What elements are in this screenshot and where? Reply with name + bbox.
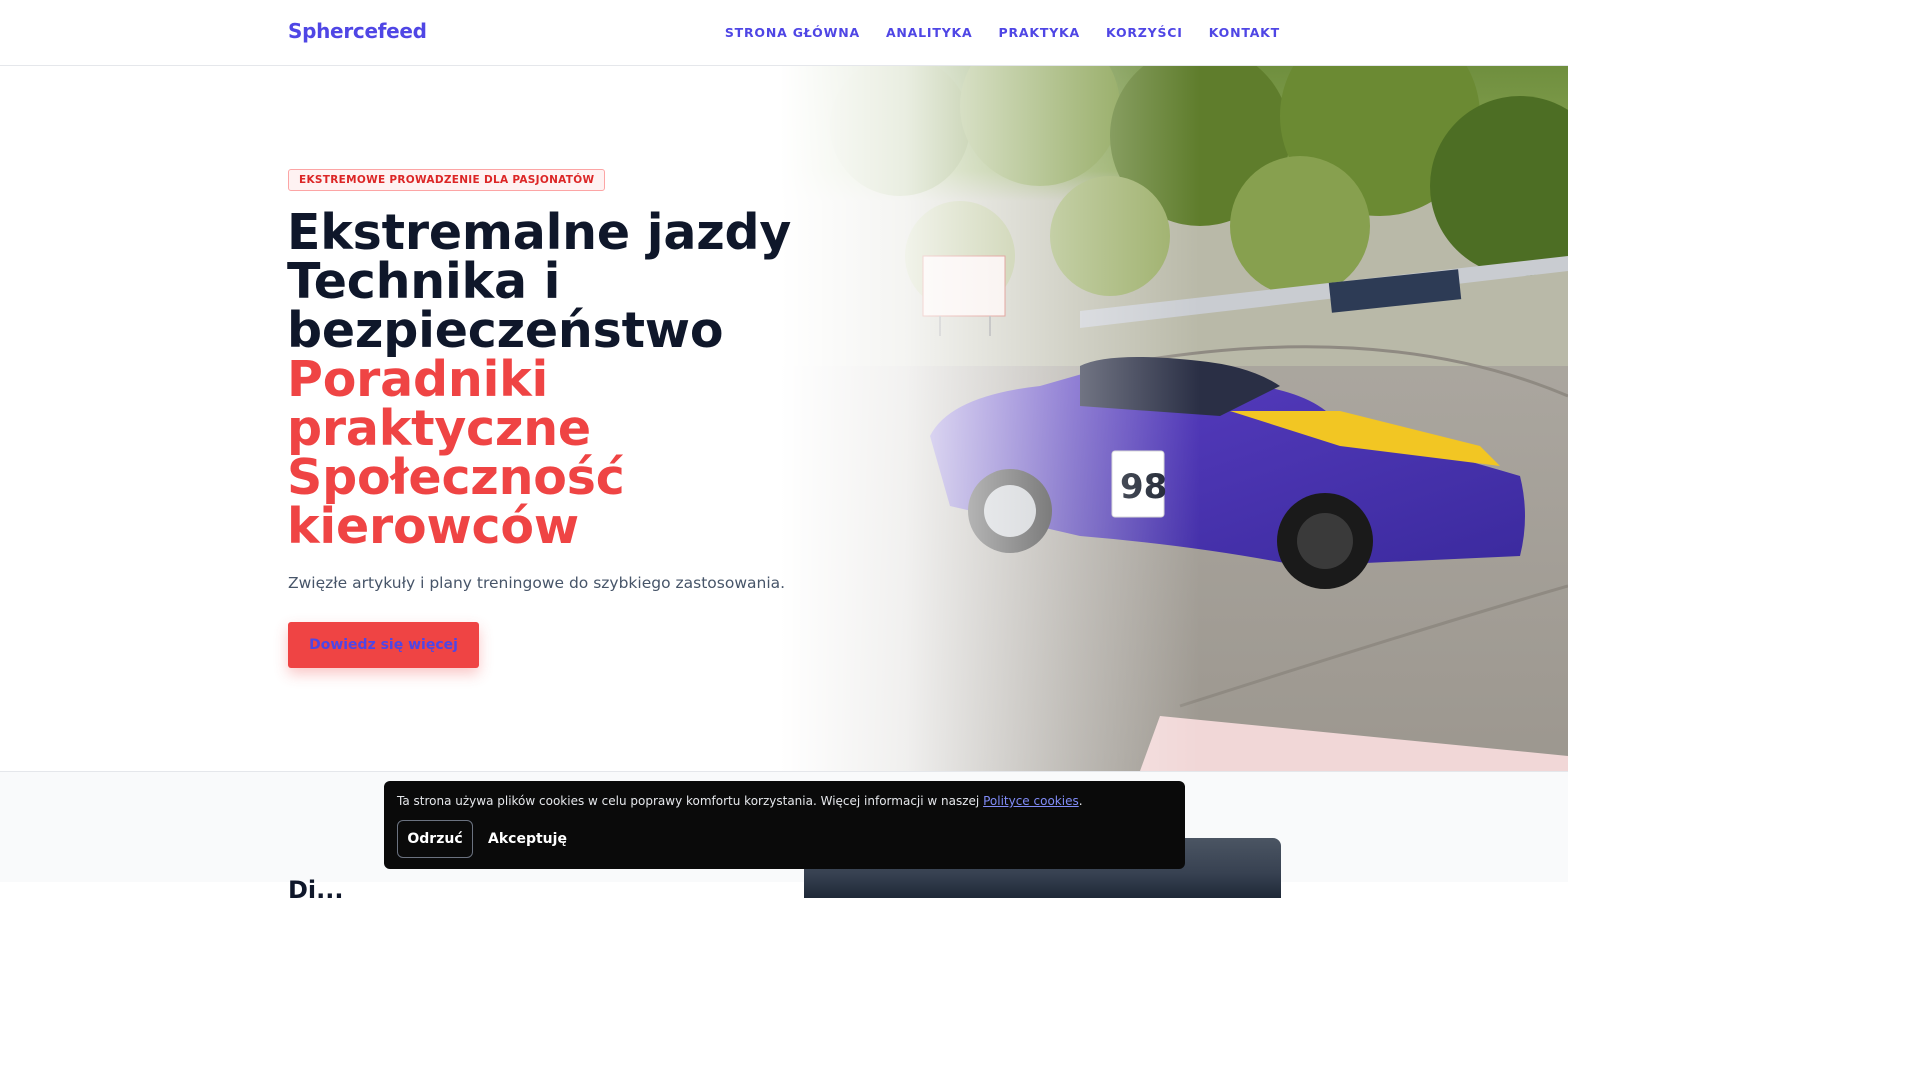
hero-title: Ekstremalne jazdy Technika i bezpieczeńs…	[287, 208, 791, 551]
hero-title-accent-line: praktyczne	[287, 400, 591, 457]
cookie-banner: Ta strona używa plików cookies w celu po…	[384, 781, 1185, 869]
hero-title-accent-line: kierowców	[287, 498, 579, 555]
hero-image-fade	[780, 66, 1200, 771]
main-nav: STRONA GŁÓWNA ANALITYKA PRAKTYKA KORZYŚC…	[725, 25, 1280, 40]
cookie-message: Ta strona używa plików cookies w celu po…	[397, 794, 1083, 808]
site-logo[interactable]: Sphercefeed	[288, 19, 427, 43]
cookie-accept-button[interactable]: Akceptuję	[480, 820, 575, 858]
nav-item-contact[interactable]: KONTAKT	[1209, 25, 1280, 40]
nav-item-benefits[interactable]: KORZYŚCI	[1106, 25, 1183, 40]
cookie-message-text: Ta strona używa plików cookies w celu po…	[397, 794, 984, 808]
hero-subtitle: Zwięzłe artykuły i plany treningowe do s…	[288, 574, 786, 592]
section-heading: Di...	[288, 876, 344, 904]
cookie-message-end: .	[1078, 794, 1083, 808]
cookie-reject-button[interactable]: Odrzuć	[397, 820, 473, 858]
cookie-policy-link[interactable]: Polityce cookies	[983, 794, 1079, 808]
hero-badge: EKSTREMOWE PROWADZENIE DLA PASJONATÓW	[288, 169, 606, 191]
learn-more-button[interactable]: Dowiedz się więcej	[288, 622, 479, 668]
hero-title-line: bezpieczeństwo	[287, 302, 724, 359]
hero-title-accent-line: Społeczność	[287, 449, 625, 506]
site-header: Sphercefeed STRONA GŁÓWNA ANALITYKA PRAK…	[0, 0, 1568, 66]
nav-item-home[interactable]: STRONA GŁÓWNA	[725, 25, 860, 40]
nav-item-practice[interactable]: PRAKTYKA	[999, 25, 1081, 40]
hero-title-accent-line: Poradniki	[287, 351, 549, 408]
nav-item-analytics[interactable]: ANALITYKA	[886, 25, 973, 40]
hero-section: 98 EKSTREMOWE PROWADZENIE DLA PASJONATÓW…	[0, 66, 1568, 771]
hero-title-line: Technika i	[287, 253, 561, 310]
hero-title-line: Ekstremalne jazdy	[287, 204, 792, 261]
